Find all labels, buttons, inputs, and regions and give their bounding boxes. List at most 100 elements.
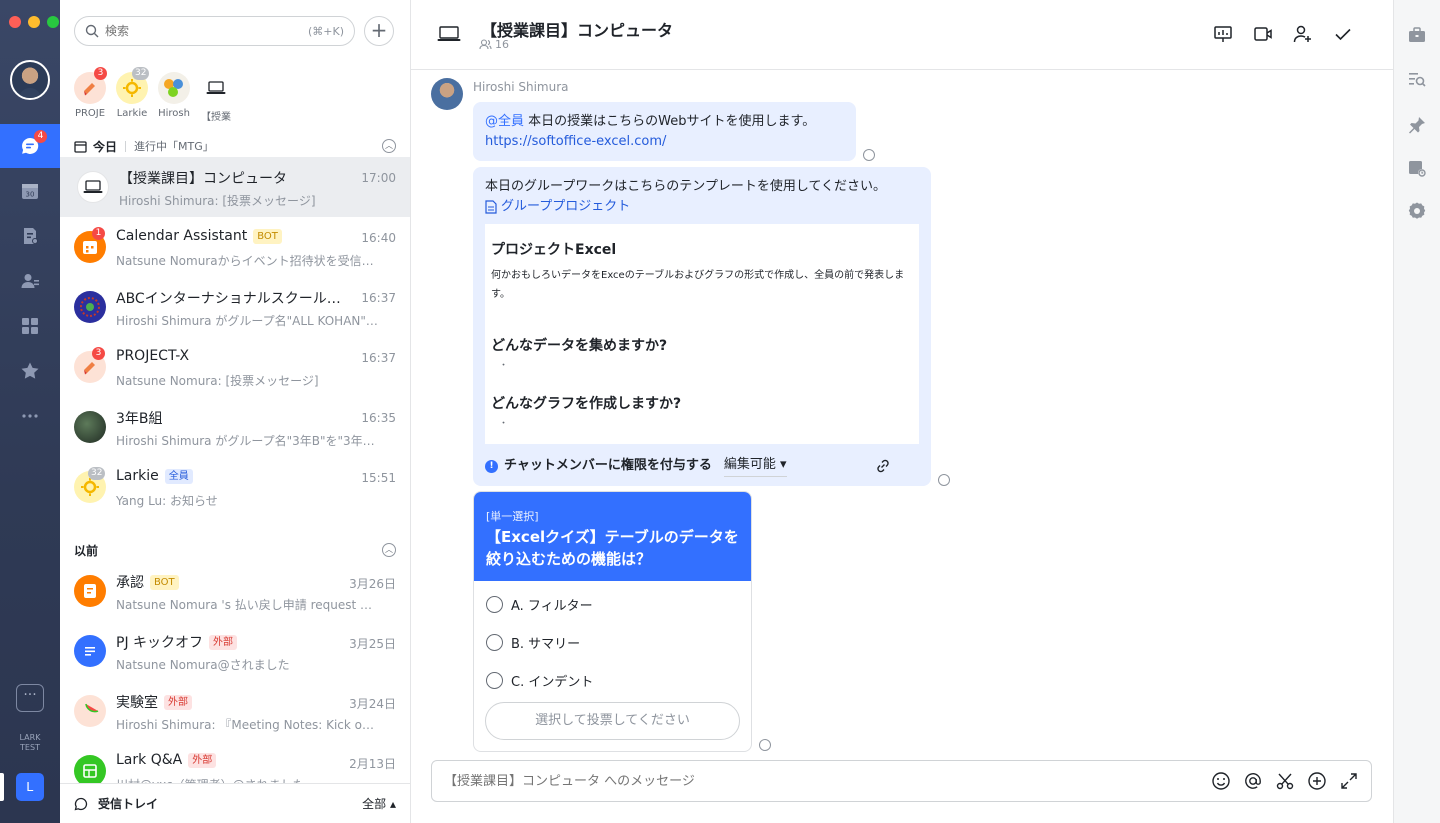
- list-doc-icon: [74, 635, 106, 667]
- calendar-event-icon[interactable]: [1407, 158, 1427, 178]
- rail-favorites[interactable]: [0, 349, 60, 393]
- search-shortcut: (⌘+K): [307, 24, 344, 38]
- chat-time: 3月26日: [349, 577, 396, 591]
- emoji-button[interactable]: [1211, 771, 1231, 791]
- rail-workplace[interactable]: [0, 304, 60, 348]
- read-status-icon[interactable]: [938, 474, 950, 486]
- tenant-switch-button[interactable]: L: [16, 773, 44, 801]
- doc-preview-card[interactable]: プロジェクトExcel 何かおもしろいデータをExceのテーブルおよびグラフの形…: [485, 224, 919, 444]
- radio-button[interactable]: [486, 671, 503, 689]
- attach-button[interactable]: [1307, 771, 1327, 791]
- sender-name: Hiroshi Shimura: [473, 80, 569, 94]
- maximize-window-button[interactable]: [47, 16, 59, 28]
- pinned-chat[interactable]: Hirosh: [158, 72, 190, 123]
- chat-time: 17:00: [361, 171, 396, 185]
- chat-name: 【授業課目】コンピュータ: [119, 171, 287, 187]
- more-apps-button[interactable]: ···: [16, 684, 44, 712]
- rail-docs[interactable]: [0, 214, 60, 258]
- chat-row[interactable]: PJ キックオフ 外部 3月25日 Natsune Nomura@されました: [60, 621, 410, 681]
- permission-dropdown[interactable]: 編集可能 ▾: [723, 455, 787, 477]
- external-tag: 外部: [188, 752, 217, 768]
- calendar-icon: 30: [22, 184, 38, 199]
- chat-window: 【授業課目】コンピュータ 16 Hiroshi Shimura @全員 本日の授…: [411, 0, 1393, 823]
- meeting-notes-button[interactable]: [1213, 24, 1233, 44]
- window-controls: [9, 16, 59, 28]
- doc-link[interactable]: グループプロジェクト: [485, 197, 919, 217]
- chat-row[interactable]: 3年B組 16:35 Hiroshi Shimura がグループ名"3年B"を"…: [60, 397, 410, 457]
- settings-gear-icon[interactable]: [1407, 201, 1427, 221]
- chat-row[interactable]: 32 Larkie 全員 15:51 Yang Lu: お知らせ: [60, 457, 410, 517]
- bot-tag: BOT: [253, 228, 282, 244]
- pinned-chat[interactable]: 【授業: [200, 72, 232, 123]
- poll-option[interactable]: C. インデント: [474, 661, 751, 699]
- contacts-icon: [21, 274, 39, 288]
- radio-button[interactable]: [486, 633, 503, 651]
- video-call-button[interactable]: [1253, 24, 1273, 44]
- collapse-toggle[interactable]: ︿: [382, 543, 396, 557]
- section-title: 以前: [74, 543, 99, 558]
- chat-row[interactable]: 【授業課目】コンピュータ 17:00 Hiroshi Shimura: [投票メ…: [60, 157, 410, 217]
- poll-option[interactable]: A. フィルター: [474, 585, 751, 623]
- vote-button[interactable]: 選択して投票してください: [485, 702, 740, 740]
- unread-badge: 32: [88, 467, 106, 480]
- poll-option-label: A. フィルター: [511, 598, 593, 614]
- search-box[interactable]: (⌘+K): [74, 16, 355, 46]
- rail-calendar[interactable]: 30: [0, 169, 60, 213]
- minimize-window-button[interactable]: [28, 16, 40, 28]
- chat-preview: Hiroshi Shimura がグループ名"ALL KOHAN"に変更しました: [116, 314, 378, 328]
- pinned-chat[interactable]: 32 Larkie: [116, 67, 150, 123]
- chat-row[interactable]: ABCインターナショナルスクール（幼稚園） 16:37 Hiroshi Shim…: [60, 277, 410, 337]
- inbox-label[interactable]: 受信トレイ: [98, 795, 158, 812]
- link-icon[interactable]: [875, 458, 891, 474]
- chat-row[interactable]: 実験室 外部 3月24日 Hiroshi Shimura: 『Meeting No…: [60, 681, 410, 741]
- rail-messenger[interactable]: 4: [0, 124, 60, 168]
- member-count[interactable]: 16: [479, 38, 509, 51]
- rail-contacts[interactable]: [0, 259, 60, 303]
- doc-question-1: どんなデータを集めますか?: [491, 338, 668, 354]
- read-status-icon[interactable]: [863, 149, 875, 161]
- website-link[interactable]: https://softoffice-excel.com/: [485, 132, 844, 152]
- chat-time: 16:37: [361, 351, 396, 365]
- doc-bullet: ・: [499, 361, 509, 371]
- laptop-icon: [77, 171, 109, 203]
- section-subtitle: 進行中「MTG」: [134, 140, 214, 153]
- chat-name: Larkie: [116, 468, 159, 484]
- mention-all[interactable]: @全員: [485, 114, 524, 129]
- briefcase-icon[interactable]: [1407, 25, 1427, 45]
- profile-avatar[interactable]: [10, 60, 50, 100]
- expand-button[interactable]: [1339, 771, 1359, 791]
- divider: [125, 140, 127, 152]
- add-member-button[interactable]: [1293, 24, 1313, 44]
- pin-icon[interactable]: [1407, 115, 1427, 135]
- poll-option[interactable]: B. サマリー: [474, 623, 751, 661]
- radio-button[interactable]: [486, 595, 503, 613]
- pinned-label: Larkie: [116, 108, 148, 119]
- search-history-icon[interactable]: [1407, 70, 1427, 90]
- all-members-tag: 全員: [164, 468, 193, 484]
- sender-avatar[interactable]: [431, 78, 463, 110]
- rail-more[interactable]: [0, 394, 60, 438]
- mention-button[interactable]: [1243, 771, 1263, 791]
- chat-row[interactable]: 1 Calendar Assistant BOT 16:40 Natsune No…: [60, 217, 410, 277]
- app-rail: 4 30 ··· LARK TEST L: [0, 0, 60, 823]
- at-sign-icon: [1245, 773, 1261, 789]
- chat-row[interactable]: 承認 BOT 3月26日 Natsune Nomura 's 払い戻し申請 req…: [60, 561, 410, 621]
- read-status-icon[interactable]: [759, 739, 771, 751]
- poll-option-label: B. サマリー: [511, 636, 581, 652]
- create-button[interactable]: +: [364, 16, 394, 46]
- collapse-toggle[interactable]: ︿: [382, 139, 396, 153]
- mark-done-button[interactable]: [1333, 24, 1353, 44]
- pinned-badge: 3: [94, 67, 107, 80]
- grid-icon: [22, 318, 38, 334]
- search-input[interactable]: [105, 24, 308, 38]
- close-window-button[interactable]: [9, 16, 21, 28]
- chat-time: 2月13日: [349, 757, 396, 771]
- poll-type: [単一選択]: [486, 510, 539, 523]
- unread-badge: 3: [92, 347, 105, 360]
- message-input[interactable]: [444, 773, 1211, 789]
- chat-row[interactable]: 3 PROJECT-X 16:37 Natsune Nomura: [投票メッセ…: [60, 337, 410, 397]
- screenshot-button[interactable]: [1275, 771, 1295, 791]
- filter-dropdown[interactable]: 全部 ▴: [362, 795, 396, 812]
- pinned-chat[interactable]: 3 PROJE: [74, 67, 107, 123]
- chat-name: PJ キックオフ: [116, 635, 204, 651]
